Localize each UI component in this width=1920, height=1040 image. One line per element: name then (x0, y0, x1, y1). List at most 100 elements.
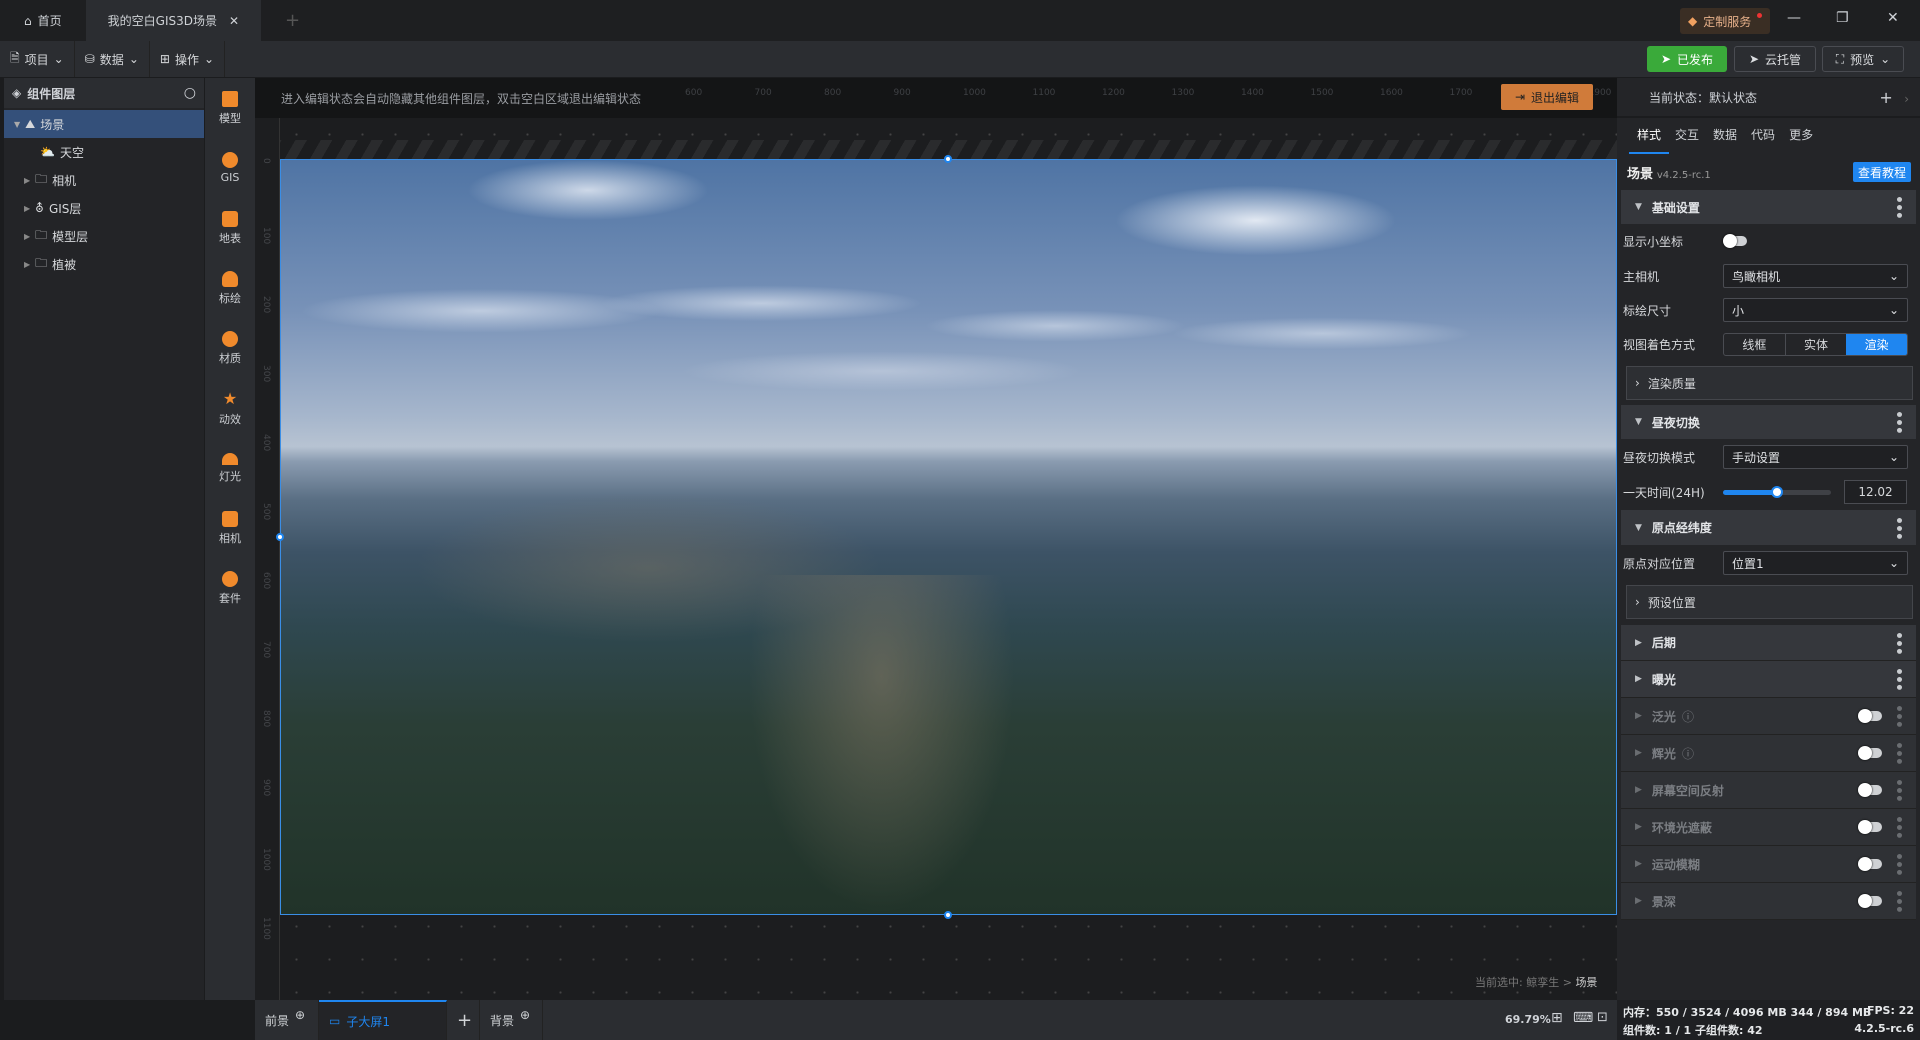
time-slider[interactable] (1723, 485, 1831, 498)
minimize-icon[interactable]: — (1787, 10, 1801, 26)
section-daynight[interactable]: ▼ 昼夜切换 ••• (1621, 405, 1916, 439)
more-icon[interactable]: ••• (1890, 778, 1906, 802)
tab-sub-screen[interactable]: ▭ 子大屏1 (319, 1000, 447, 1040)
palette-plot[interactable]: 标绘 (205, 258, 255, 318)
current-state[interactable]: 当前状态：默认状态 (1649, 89, 1757, 106)
search-icon[interactable]: ○ (184, 85, 196, 101)
tree-item-model-layer[interactable]: ▶ 🗀 模型层 (4, 222, 204, 250)
slider-handle[interactable] (1771, 485, 1783, 498)
close-tab-icon[interactable]: ✕ (229, 14, 239, 28)
resize-handle-bottom[interactable] (944, 911, 952, 919)
cloud-hosting-button[interactable]: ➤ 云托管 (1734, 46, 1816, 72)
section-exposure[interactable]: ▶ 曝光 ••• (1621, 661, 1916, 698)
palette-effect[interactable]: ★ 动效 (205, 378, 255, 438)
more-icon[interactable]: ••• (1890, 852, 1906, 876)
exit-edit-button[interactable]: ⇥ 退出编辑 (1501, 84, 1593, 110)
resize-handle-top[interactable] (944, 155, 952, 163)
section-post[interactable]: ▶ 后期 ••• (1621, 625, 1916, 661)
add-circle-icon[interactable]: ⊕ (295, 1008, 305, 1022)
new-tab-button[interactable]: + (261, 0, 324, 41)
effect-row[interactable]: ▶ 泛光 ⓘ ••• (1621, 698, 1916, 735)
palette-terrain[interactable]: 地表 (205, 198, 255, 258)
tab-foreground[interactable]: 前景 ⊕ (255, 1000, 319, 1040)
scene-viewport[interactable] (280, 159, 1617, 915)
effect-row[interactable]: ▶ 辉光 ⓘ ••• (1621, 735, 1916, 772)
tree-item-sky[interactable]: ⛅ 天空 (4, 138, 204, 166)
shading-solid[interactable]: 实体 (1786, 334, 1847, 355)
origin-position-select[interactable]: 位置1 ⌄ (1723, 551, 1908, 575)
daynight-mode-select[interactable]: 手动设置 ⌄ (1723, 445, 1908, 469)
effect-toggle[interactable] (1858, 857, 1882, 871)
tutorial-button[interactable]: 查看教程 (1853, 162, 1911, 182)
property-tab[interactable]: 更多 (1789, 126, 1813, 143)
add-state-icon[interactable]: + (1879, 88, 1892, 107)
render-quality-group[interactable]: › 渲染质量 (1626, 366, 1913, 400)
effect-row[interactable]: ▶ 景深 ••• (1621, 883, 1916, 920)
tree-item-scene[interactable]: ▼ ⛰ 场景 (4, 110, 204, 138)
project-menu[interactable]: 🗎 项目 ⌄ (0, 41, 75, 77)
add-circle-icon[interactable]: ⊕ (520, 1008, 530, 1022)
resize-handle-left[interactable] (276, 533, 284, 541)
caret-right-icon[interactable]: ▶ (24, 176, 30, 185)
caret-right-icon[interactable]: ▶ (24, 232, 30, 241)
tree-item-vegetation[interactable]: ▶ 🗀 植被 (4, 250, 204, 278)
effect-row[interactable]: ▶ 屏幕空间反射 ••• (1621, 772, 1916, 809)
more-icon[interactable]: ••• (1890, 195, 1906, 219)
shading-render[interactable]: 渲染 (1846, 333, 1907, 355)
more-icon[interactable]: ••• (1890, 889, 1906, 913)
keyboard-icon[interactable]: ⌨ (1573, 1010, 1593, 1026)
help-icon[interactable]: ⓘ (1682, 745, 1694, 762)
fit-screen-icon[interactable]: ⊞ (1551, 1010, 1563, 1026)
help-icon[interactable]: ⓘ (1682, 708, 1694, 725)
more-icon[interactable]: ••• (1890, 704, 1906, 728)
more-icon[interactable]: ••• (1890, 516, 1906, 540)
property-tab[interactable]: 代码 (1751, 126, 1775, 143)
effect-row[interactable]: ▶ 运动模糊 ••• (1621, 846, 1916, 883)
tree-item-gis[interactable]: ▶ ⛢ GIS层 (4, 194, 204, 222)
palette-light[interactable]: 灯光 (205, 438, 255, 498)
preset-position-group[interactable]: › 预设位置 (1626, 585, 1913, 619)
property-tab[interactable]: 交互 (1675, 126, 1699, 143)
effect-toggle[interactable] (1858, 746, 1882, 760)
tab-scene[interactable]: 我的空白GIS3D场景 ✕ (85, 0, 262, 41)
tab-home[interactable]: ⌂ 首页 (0, 0, 86, 41)
time-input[interactable]: 12.02 (1844, 480, 1907, 504)
effect-toggle[interactable] (1858, 894, 1882, 908)
show-axis-toggle[interactable] (1723, 234, 1747, 248)
close-window-icon[interactable]: ✕ (1887, 10, 1899, 26)
terminal-icon[interactable]: ⊡ (1597, 1010, 1608, 1025)
caret-right-icon[interactable]: ▶ (24, 260, 30, 269)
more-icon[interactable]: ••• (1890, 631, 1906, 655)
published-button[interactable]: ➤ 已发布 (1647, 46, 1727, 72)
section-basic[interactable]: ▼ 基础设置 ••• (1621, 190, 1916, 224)
palette-kit[interactable]: 套件 (205, 558, 255, 618)
property-tab[interactable]: 数据 (1713, 126, 1737, 143)
more-icon[interactable]: ••• (1890, 667, 1906, 691)
more-icon[interactable]: ••• (1890, 815, 1906, 839)
palette-camera[interactable]: 相机 (205, 498, 255, 558)
palette-material[interactable]: 材质 (205, 318, 255, 378)
caret-right-icon[interactable]: ▶ (24, 204, 30, 213)
custom-service-button[interactable]: ◆ 定制服务 (1680, 8, 1771, 34)
add-screen-button[interactable]: + (447, 1000, 480, 1040)
palette-gis[interactable]: GIS (205, 138, 255, 198)
data-menu[interactable]: ⛁ 数据 ⌄ (75, 41, 150, 77)
effect-toggle[interactable] (1858, 709, 1882, 723)
effect-toggle[interactable] (1858, 820, 1882, 834)
restore-icon[interactable]: ❐ (1836, 10, 1849, 26)
effect-row[interactable]: ▶ 环境光遮蔽 ••• (1621, 809, 1916, 846)
tree-item-camera[interactable]: ▶ 🗀 相机 (4, 166, 204, 194)
chevron-right-icon[interactable]: › (1904, 92, 1909, 106)
property-tab[interactable]: 样式 (1637, 126, 1661, 143)
shading-wireframe[interactable]: 线框 (1724, 333, 1786, 355)
section-origin[interactable]: ▼ 原点经纬度 ••• (1621, 510, 1916, 545)
preview-button[interactable]: ⛶ 预览 ⌄ (1822, 46, 1904, 72)
effect-toggle[interactable] (1858, 783, 1882, 797)
palette-model[interactable]: 模型 (205, 78, 255, 138)
main-camera-select[interactable]: 鸟瞰相机 ⌄ (1723, 264, 1908, 288)
more-icon[interactable]: ••• (1890, 410, 1906, 434)
more-icon[interactable]: ••• (1890, 741, 1906, 765)
operate-menu[interactable]: ⊞ 操作 ⌄ (150, 41, 226, 77)
plot-size-select[interactable]: 小 ⌄ (1723, 298, 1908, 322)
tab-background[interactable]: 背景 ⊕ (480, 1000, 543, 1040)
